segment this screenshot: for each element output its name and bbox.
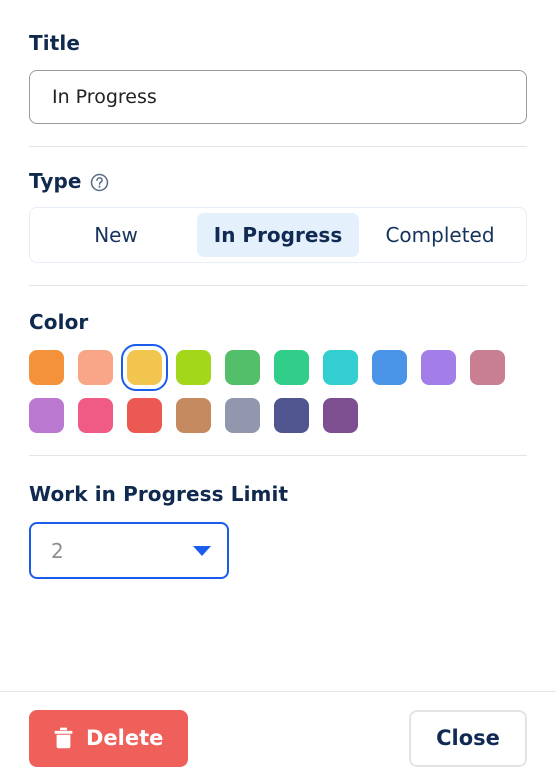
chevron-down-icon xyxy=(193,545,211,556)
type-segmented-control[interactable]: New In Progress Completed xyxy=(29,207,527,263)
panel-body: Title Type New xyxy=(0,0,556,691)
color-swatch-plum[interactable] xyxy=(323,398,358,433)
color-swatch-indigo[interactable] xyxy=(274,398,309,433)
color-swatch-orange[interactable] xyxy=(29,350,64,385)
title-section: Title xyxy=(29,0,527,147)
color-swatch-red[interactable] xyxy=(127,398,162,433)
color-swatch-lime[interactable] xyxy=(176,350,211,385)
color-swatch-salmon[interactable] xyxy=(78,350,113,385)
panel-footer: Delete Close xyxy=(0,691,556,784)
title-input-wrap xyxy=(29,70,527,124)
type-section: Type New In Progress Completed xyxy=(29,147,527,286)
title-label: Title xyxy=(29,33,527,53)
color-swatch-slate-gray[interactable] xyxy=(225,398,260,433)
color-swatch-orchid[interactable] xyxy=(29,398,64,433)
delete-button-label: Delete xyxy=(86,726,164,750)
color-swatch-pink[interactable] xyxy=(78,398,113,433)
color-section: Color xyxy=(29,286,527,456)
color-swatch-dusty-rose[interactable] xyxy=(470,350,505,385)
color-label-text: Color xyxy=(29,310,89,334)
color-label: Color xyxy=(29,312,527,332)
color-swatch-teal[interactable] xyxy=(323,350,358,385)
wip-limit-section: Work in Progress Limit 2 xyxy=(29,456,527,579)
title-label-text: Title xyxy=(29,31,80,55)
delete-button[interactable]: Delete xyxy=(29,709,189,767)
type-option-in-progress-label: In Progress xyxy=(213,223,343,247)
color-swatch-yellow[interactable] xyxy=(121,344,168,391)
type-option-in-progress[interactable]: In Progress xyxy=(197,213,359,257)
color-swatch-grid[interactable] xyxy=(29,344,527,433)
wip-limit-select[interactable]: 2 xyxy=(29,522,229,579)
wip-limit-value: 2 xyxy=(51,538,64,563)
trash-icon xyxy=(54,727,73,749)
color-swatch-emerald[interactable] xyxy=(274,350,309,385)
close-button[interactable]: Close xyxy=(409,709,527,767)
wip-limit-label-text: Work in Progress Limit xyxy=(29,482,289,506)
type-option-completed[interactable]: Completed xyxy=(359,213,521,257)
help-circle-icon[interactable] xyxy=(90,173,109,192)
wip-limit-label: Work in Progress Limit xyxy=(29,484,527,504)
type-label-text: Type xyxy=(29,169,82,193)
type-option-new-label: New xyxy=(94,223,138,247)
color-swatch-blue[interactable] xyxy=(372,350,407,385)
column-settings-panel: Title Type New xyxy=(0,0,556,784)
type-label: Type xyxy=(29,171,527,191)
type-option-new[interactable]: New xyxy=(35,213,197,257)
color-swatch-purple[interactable] xyxy=(421,350,456,385)
color-swatch-tan[interactable] xyxy=(176,398,211,433)
close-button-label: Close xyxy=(436,726,500,750)
title-input[interactable] xyxy=(29,70,527,124)
color-swatch-green[interactable] xyxy=(225,350,260,385)
type-option-completed-label: Completed xyxy=(385,223,495,247)
